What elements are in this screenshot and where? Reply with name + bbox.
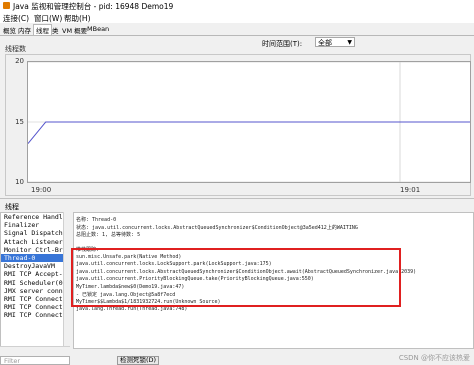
thread-list-item[interactable]: JMX server connection — [1, 287, 69, 295]
threads-section-label: 线程 — [5, 203, 19, 211]
thread-count-label: 线程数 — [5, 45, 26, 53]
time-range-label: 时间范围(T): — [262, 40, 303, 48]
tab-overview[interactable]: 概览 — [3, 25, 16, 35]
thread-list-hscrollbar[interactable] — [0, 346, 70, 354]
thread-list-item[interactable]: Finalizer — [1, 221, 69, 229]
y-tick-label: 15 — [15, 118, 24, 126]
highlight-box — [71, 248, 401, 307]
y-tick-label: 20 — [15, 57, 24, 65]
thread-list-item[interactable]: Signal Dispatcher — [1, 229, 69, 237]
thread-count-chart — [28, 62, 470, 182]
thread-list-item[interactable]: Thread-0 — [1, 253, 69, 263]
tab-mbeans[interactable]: MBean — [87, 25, 109, 33]
java-app-icon — [3, 2, 10, 9]
main-tabs: 概览 内存 线程 类 VM 概要 MBean — [0, 23, 474, 36]
chevron-down-icon: ▼ — [347, 39, 352, 46]
time-range-select[interactable]: 全部 ▼ — [315, 37, 355, 47]
series-line — [28, 121, 470, 144]
time-range-value: 全部 — [318, 39, 332, 47]
thread-list-item[interactable]: RMI TCP Connection(2) — [1, 295, 69, 303]
tab-memory[interactable]: 内存 — [18, 25, 31, 35]
x-tick-label: 19:00 — [31, 186, 52, 194]
detail-line: 名称: Thread-0 — [76, 217, 117, 223]
menu-bar: 连接(C) 窗口(W) 帮助(H) — [0, 12, 474, 23]
detail-line: 总阻止数: 1, 总等待数: 5 — [76, 232, 141, 238]
y-tick-label: 10 — [15, 178, 24, 186]
thread-list-item[interactable]: RMI Scheduler(0) — [1, 279, 69, 287]
thread-list-item[interactable]: Reference Handler — [1, 213, 69, 221]
tab-vm-summary[interactable]: VM 概要 — [62, 25, 87, 35]
thread-list-vscrollbar[interactable] — [63, 212, 71, 349]
panel-divider[interactable] — [0, 198, 474, 199]
tab-threads[interactable]: 线程 — [33, 24, 52, 35]
thread-list-item[interactable]: DestroyJavaVM — [1, 262, 69, 270]
thread-list[interactable]: Reference Handler Finalizer Signal Dispatc… — [0, 212, 70, 349]
thread-list-item[interactable]: RMI TCP Connection(5) — [1, 311, 69, 319]
thread-list-item[interactable]: RMI TCP Connection(4) — [1, 303, 69, 311]
detail-line: 状态: java.util.concurrent.locks.AbstractQ… — [76, 224, 358, 231]
x-tick-label: 19:01 — [400, 186, 421, 194]
thread-chart-plot — [27, 61, 471, 183]
window-title: Java 监视和管理控制台 - pid: 16948 Demo19 — [13, 2, 174, 11]
detect-deadlock-button[interactable]: 检测死锁(D) — [117, 356, 159, 365]
thread-list-item[interactable]: RMI TCP Accept-0 — [1, 270, 69, 278]
watermark: CSDN @你不应该热爱 — [398, 354, 470, 362]
thread-list-item[interactable]: Attach Listener — [1, 238, 69, 246]
tab-classes[interactable]: 类 — [52, 25, 59, 35]
thread-list-item[interactable]: Monitor Ctrl-Break — [1, 246, 69, 254]
filter-input[interactable]: Filter — [0, 356, 70, 365]
